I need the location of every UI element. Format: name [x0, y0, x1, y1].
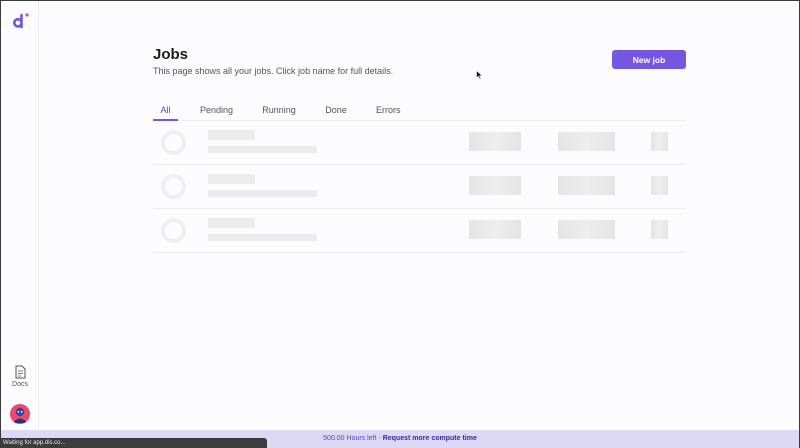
job-detail-placeholder [208, 234, 317, 241]
column-placeholder [469, 132, 521, 151]
mouse-pointer-icon [476, 70, 483, 80]
job-row-skeleton [153, 121, 686, 165]
status-placeholder [161, 218, 186, 243]
job-name-placeholder [208, 130, 255, 140]
tab-done[interactable]: Done [325, 102, 347, 121]
column-placeholder [558, 220, 615, 239]
new-job-button[interactable]: New job [612, 50, 686, 69]
user-avatar[interactable] [10, 404, 30, 424]
docs-link[interactable]: Docs [1, 365, 39, 388]
job-name-placeholder [208, 218, 255, 228]
page-subtitle: This page shows all your jobs. Click job… [153, 66, 394, 76]
column-placeholder [558, 176, 615, 195]
request-compute-link[interactable]: Request more compute time [383, 435, 477, 442]
column-placeholder [469, 220, 521, 239]
job-filter-tabs: All Pending Running Done Errors [153, 102, 686, 121]
sidebar: Docs [1, 1, 39, 430]
job-row-skeleton [153, 209, 686, 253]
docs-label: Docs [12, 381, 28, 388]
tab-errors[interactable]: Errors [376, 102, 401, 121]
tab-pending[interactable]: Pending [200, 102, 233, 121]
status-placeholder [161, 130, 186, 155]
job-row-skeleton [153, 165, 686, 209]
status-placeholder [161, 174, 186, 199]
column-placeholder [469, 176, 521, 195]
avatar-image [10, 404, 30, 424]
action-placeholder [651, 132, 668, 151]
brand-logo-icon[interactable] [12, 12, 30, 30]
document-icon [15, 365, 25, 379]
job-detail-placeholder [208, 190, 317, 197]
job-name-placeholder [208, 174, 255, 184]
hours-left-text: 500.00 Hours left [323, 435, 377, 442]
action-placeholder [651, 220, 668, 239]
tab-running[interactable]: Running [262, 102, 296, 121]
column-placeholder [558, 132, 615, 151]
tab-all[interactable]: All [153, 102, 178, 121]
browser-status-bar: Waiting for app.dis.co... [0, 438, 267, 448]
page-title: Jobs [153, 46, 189, 63]
action-placeholder [651, 176, 668, 195]
job-detail-placeholder [208, 146, 317, 153]
